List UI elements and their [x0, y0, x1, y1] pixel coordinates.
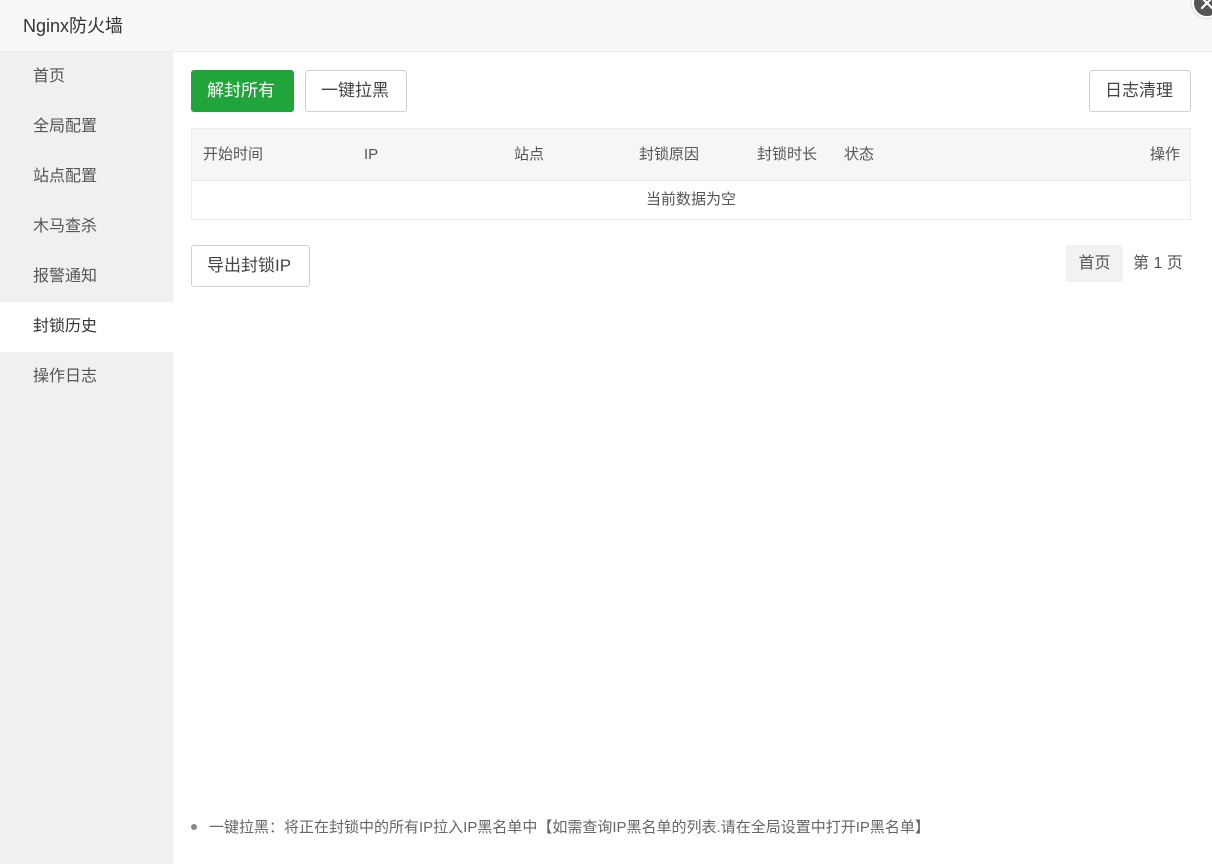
help-tip-text: 一键拉黑：将正在封锁中的所有IP拉入IP黑名单中【如需查询IP黑名单的列表.请在…	[209, 819, 930, 836]
sidebar-item-site-config[interactable]: 站点配置	[0, 152, 173, 202]
column-ip: IP	[364, 146, 379, 163]
clear-logs-button[interactable]: 日志清理	[1089, 70, 1191, 112]
sidebar-item-operation-log[interactable]: 操作日志	[0, 352, 173, 402]
column-block-reason: 封锁原因	[639, 146, 700, 163]
table-empty-row: 当前数据为空	[645, 191, 736, 208]
pagination: 首页 第 1 页	[1066, 245, 1196, 282]
unblock-all-button[interactable]: 解封所有	[191, 70, 294, 112]
sidebar-item-block-history[interactable]: 封锁历史	[0, 302, 173, 352]
main-content: 解封所有 一键拉黑 日志清理 开始时间 IP 站点 封锁原因 封锁时长 状态 操…	[173, 52, 1212, 864]
sidebar-item-home[interactable]: 首页	[0, 52, 173, 102]
export-blocked-ip-button[interactable]: 导出封锁IP	[191, 245, 310, 287]
column-status: 状态	[844, 146, 875, 163]
column-block-duration: 封锁时长	[757, 146, 818, 163]
sidebar-item-trojan-scan[interactable]: 木马查杀	[0, 202, 173, 252]
firewall-window: Nginx防火墙 首页 全局配置 站点配置 木马查杀 报警通知 封锁历史 操作日…	[0, 0, 1212, 864]
sidebar: 首页 全局配置 站点配置 木马查杀 报警通知 封锁历史 操作日志	[0, 52, 173, 864]
window-title: Nginx防火墙	[23, 16, 124, 36]
one-click-blacklist-button[interactable]: 一键拉黑	[305, 70, 407, 112]
close-icon	[1200, 0, 1212, 10]
bullet-icon	[191, 823, 197, 830]
column-actions: 操作	[1149, 146, 1180, 163]
sidebar-item-global-config[interactable]: 全局配置	[0, 102, 173, 152]
block-history-table: 开始时间 IP 站点 封锁原因 封锁时长 状态 操作 当前数据为空	[191, 128, 1191, 220]
help-tip: 一键拉黑：将正在封锁中的所有IP拉入IP黑名单中【如需查询IP黑名单的列表.请在…	[191, 816, 930, 837]
first-page-button[interactable]: 首页	[1066, 245, 1123, 282]
close-button[interactable]	[1192, 0, 1212, 18]
page-indicator: 第 1 页	[1133, 255, 1183, 272]
column-start-time: 开始时间	[203, 146, 264, 163]
sidebar-item-alert-notify[interactable]: 报警通知	[0, 252, 173, 302]
table-header: 开始时间 IP 站点 封锁原因 封锁时长 状态 操作	[192, 129, 1190, 181]
title-bar: Nginx防火墙	[0, 0, 1212, 52]
column-site: 站点	[514, 146, 545, 163]
